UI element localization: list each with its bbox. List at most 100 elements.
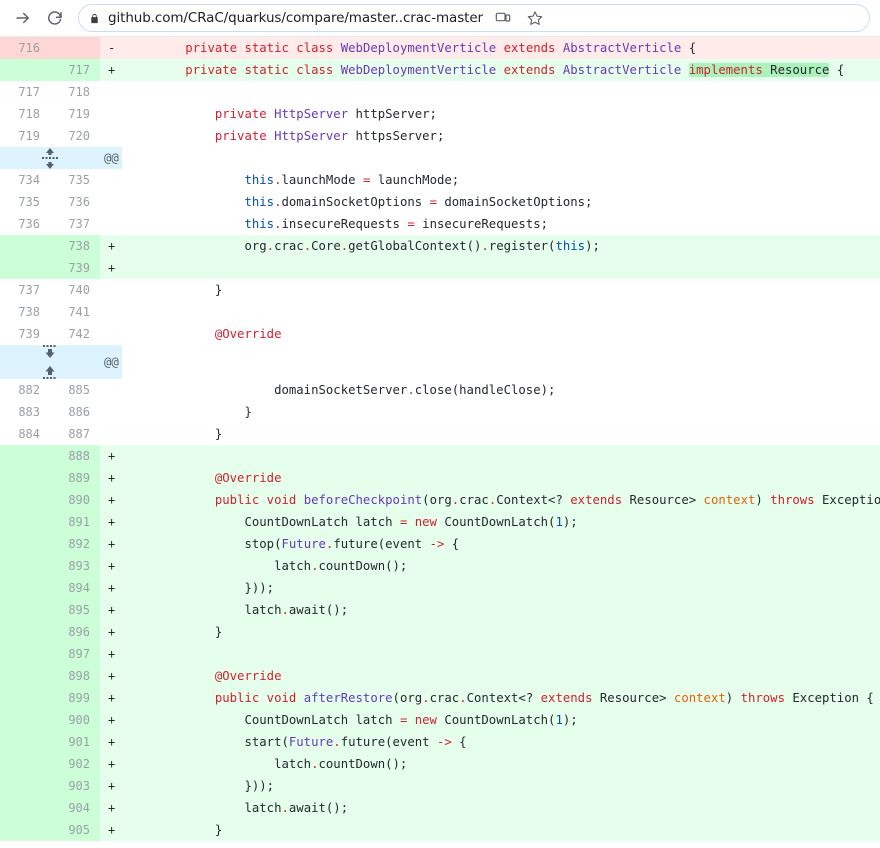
line-number-old[interactable]	[0, 621, 50, 643]
diff-code-line[interactable]: @Override	[122, 665, 880, 687]
line-number-new[interactable]: 736	[50, 191, 100, 213]
line-number-new[interactable]: 893	[50, 555, 100, 577]
star-icon[interactable]	[523, 6, 547, 30]
line-number-new[interactable]: 886	[50, 401, 100, 423]
line-number-new[interactable]: 891	[50, 511, 100, 533]
diff-code-line[interactable]: public void beforeCheckpoint(org.crac.Co…	[122, 489, 880, 511]
line-number-new[interactable]: 735	[50, 169, 100, 191]
line-number-old[interactable]: 736	[0, 213, 50, 235]
line-number-old[interactable]	[0, 687, 50, 709]
line-number-old[interactable]	[0, 643, 50, 665]
diff-code-line[interactable]: latch.countDown();	[122, 555, 880, 577]
line-number-old[interactable]: 738	[0, 301, 50, 323]
expand-down-up-icon[interactable]	[0, 345, 100, 379]
line-number-new[interactable]: 903	[50, 775, 100, 797]
line-number-new[interactable]: 904	[50, 797, 100, 819]
reload-icon[interactable]	[42, 5, 68, 31]
line-number-old[interactable]: 739	[0, 323, 50, 345]
diff-code-line[interactable]: start(Future.future(event -> {	[122, 731, 880, 753]
line-number-new[interactable]: 885	[50, 379, 100, 401]
line-number-old[interactable]: 734	[0, 169, 50, 191]
diff-code-line[interactable]: this.launchMode = launchMode;	[122, 169, 880, 191]
line-number-old[interactable]	[0, 59, 50, 81]
address-bar[interactable]: github.com/CRaC/quarkus/compare/master..…	[78, 4, 870, 32]
line-number-old[interactable]	[0, 235, 50, 257]
line-number-new[interactable]: 719	[50, 103, 100, 125]
line-number-new[interactable]: 742	[50, 323, 100, 345]
line-number-new[interactable]: 737	[50, 213, 100, 235]
diff-code-line[interactable]	[122, 643, 880, 665]
line-number-old[interactable]	[0, 731, 50, 753]
line-number-old[interactable]: 884	[0, 423, 50, 445]
diff-code-line[interactable]	[122, 445, 880, 467]
line-number-old[interactable]	[0, 819, 50, 841]
hunk-expand-button[interactable]	[0, 345, 100, 379]
diff-code-line[interactable]: latch.await();	[122, 797, 880, 819]
diff-code-line[interactable]: private static class WebDeploymentVertic…	[122, 37, 880, 59]
line-number-new[interactable]: 895	[50, 599, 100, 621]
line-number-old[interactable]	[0, 555, 50, 577]
line-number-new[interactable]: 741	[50, 301, 100, 323]
diff-code-line[interactable]: @Override	[122, 323, 880, 345]
diff-code-line[interactable]: @Override	[122, 467, 880, 489]
line-number-old[interactable]: 718	[0, 103, 50, 125]
diff-code-line[interactable]: }	[122, 621, 880, 643]
line-number-old[interactable]	[0, 753, 50, 775]
diff-code-line[interactable]: this.insecureRequests = insecureRequests…	[122, 213, 880, 235]
line-number-new[interactable]: 888	[50, 445, 100, 467]
diff-code-line[interactable]: private HttpServer httpsServer;	[122, 125, 880, 147]
line-number-old[interactable]: 882	[0, 379, 50, 401]
diff-code-line[interactable]: CountDownLatch latch = new CountDownLatc…	[122, 511, 880, 533]
diff-code-line[interactable]	[122, 81, 880, 103]
diff-code-line[interactable]: }	[122, 279, 880, 301]
diff-code-line[interactable]: }	[122, 401, 880, 423]
line-number-new[interactable]: 740	[50, 279, 100, 301]
line-number-old[interactable]: 883	[0, 401, 50, 423]
expand-updown-icon[interactable]	[0, 147, 100, 169]
line-number-old[interactable]	[0, 665, 50, 687]
line-number-new[interactable]: 890	[50, 489, 100, 511]
line-number-old[interactable]: 737	[0, 279, 50, 301]
diff-code-line[interactable]: }	[122, 423, 880, 445]
forward-arrow-icon[interactable]	[10, 5, 36, 31]
line-number-new[interactable]: 899	[50, 687, 100, 709]
line-number-old[interactable]	[0, 533, 50, 555]
line-number-old[interactable]	[0, 445, 50, 467]
line-number-new[interactable]: 897	[50, 643, 100, 665]
line-number-old[interactable]	[0, 257, 50, 279]
line-number-old[interactable]	[0, 797, 50, 819]
line-number-new[interactable]: 889	[50, 467, 100, 489]
diff-code-line[interactable]	[122, 301, 880, 323]
line-number-old[interactable]: 719	[0, 125, 50, 147]
diff-code-line[interactable]: latch.countDown();	[122, 753, 880, 775]
line-number-new[interactable]: 717	[50, 59, 100, 81]
diff-code-line[interactable]: private HttpServer httpServer;	[122, 103, 880, 125]
line-number-new[interactable]: 739	[50, 257, 100, 279]
line-number-old[interactable]: 717	[0, 81, 50, 103]
line-number-old[interactable]	[0, 467, 50, 489]
diff-code-line[interactable]: this.domainSocketOptions = domainSocketO…	[122, 191, 880, 213]
line-number-new[interactable]: 892	[50, 533, 100, 555]
line-number-old[interactable]: 716	[0, 37, 50, 59]
line-number-new[interactable]: 738	[50, 235, 100, 257]
diff-code-line[interactable]: domainSocketServer.close(handleClose);	[122, 379, 880, 401]
diff-code-line[interactable]: org.crac.Core.getGlobalContext().registe…	[122, 235, 880, 257]
diff-code-line[interactable]: stop(Future.future(event -> {	[122, 533, 880, 555]
line-number-old[interactable]	[0, 709, 50, 731]
line-number-old[interactable]	[0, 775, 50, 797]
cast-icon[interactable]	[491, 6, 515, 30]
line-number-old[interactable]	[0, 489, 50, 511]
diff-code-line[interactable]: latch.await();	[122, 599, 880, 621]
line-number-old[interactable]	[0, 599, 50, 621]
line-number-new[interactable]: 902	[50, 753, 100, 775]
line-number-new[interactable]: 901	[50, 731, 100, 753]
diff-code-line[interactable]: }));	[122, 775, 880, 797]
line-number-new[interactable]: 887	[50, 423, 100, 445]
line-number-new[interactable]: 900	[50, 709, 100, 731]
line-number-new[interactable]: 896	[50, 621, 100, 643]
line-number-old[interactable]	[0, 511, 50, 533]
line-number-old[interactable]	[0, 577, 50, 599]
diff-code-line[interactable]: CountDownLatch latch = new CountDownLatc…	[122, 709, 880, 731]
diff-code-line[interactable]: }));	[122, 577, 880, 599]
line-number-new[interactable]: 718	[50, 81, 100, 103]
